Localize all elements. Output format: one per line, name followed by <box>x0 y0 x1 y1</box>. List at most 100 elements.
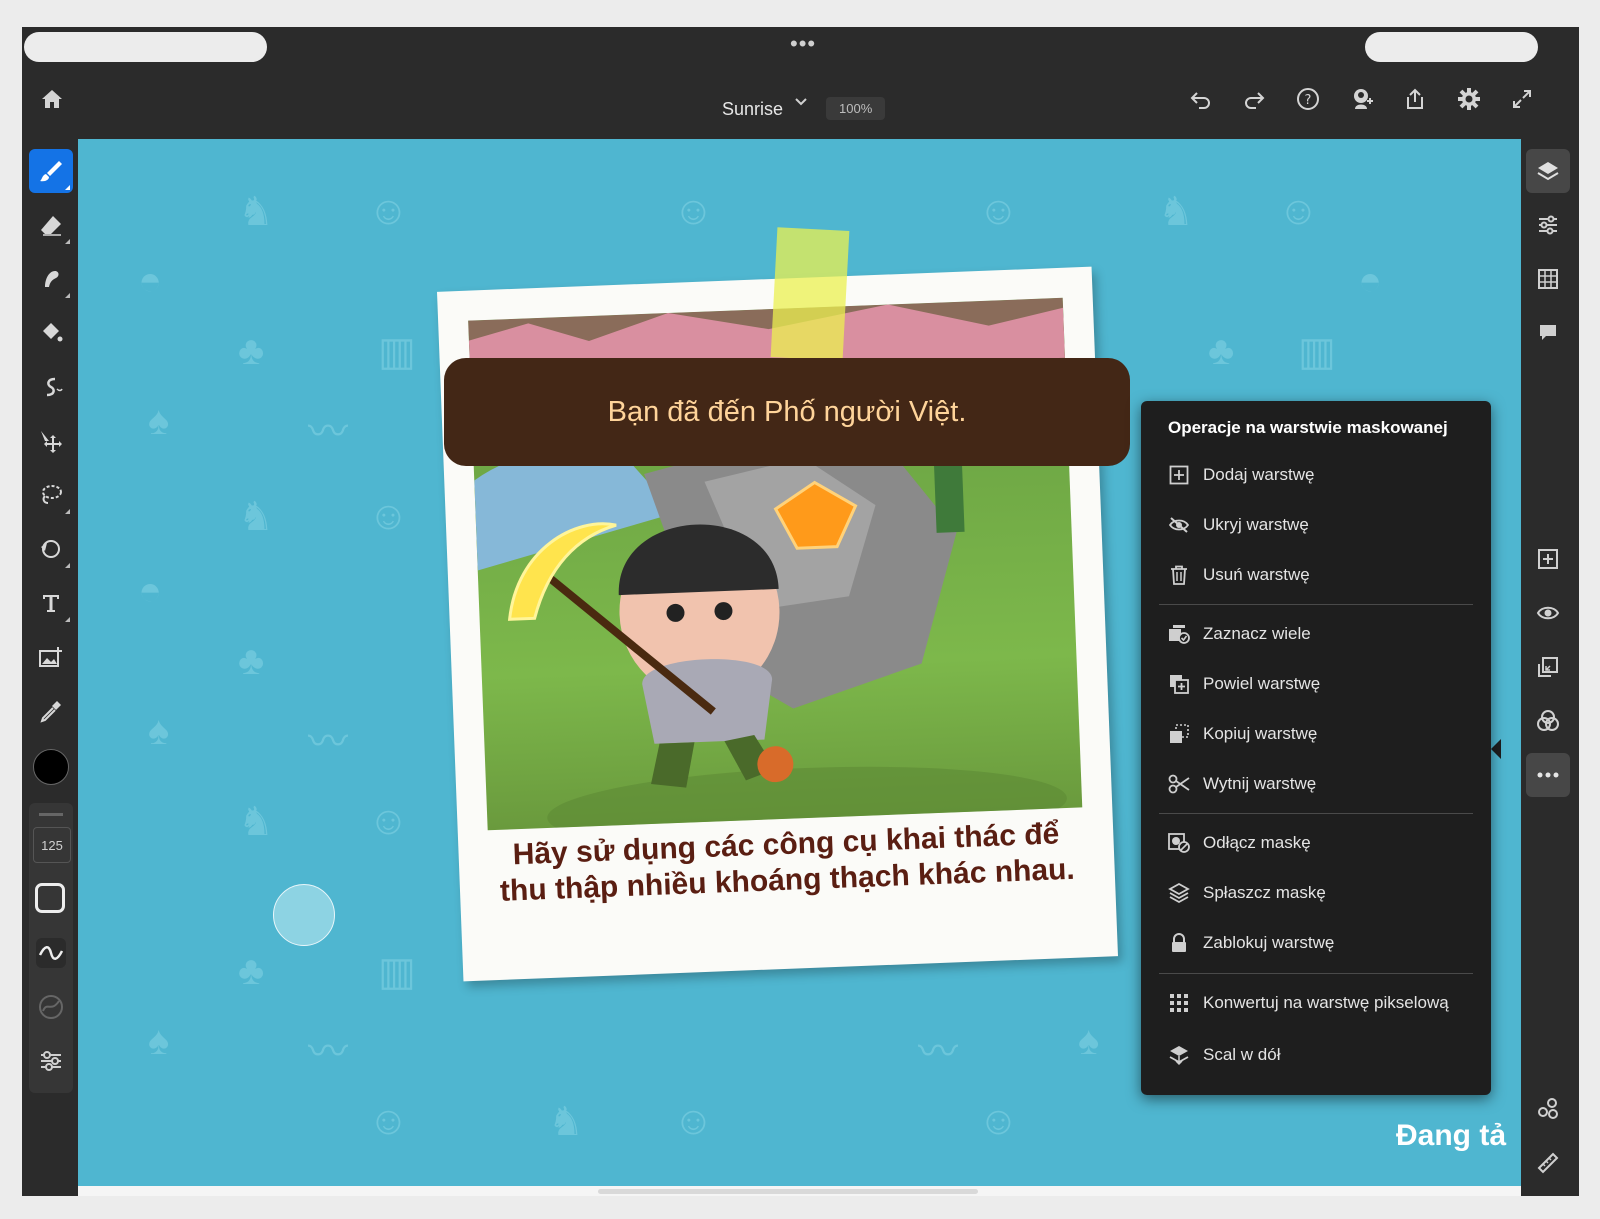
home-icon[interactable] <box>36 83 68 115</box>
menu-item-label: Scal w dół <box>1203 1045 1281 1064</box>
detach-mask-icon <box>1167 833 1191 853</box>
menu-item-lock-layer[interactable]: Zablokuj warstwę <box>1141 921 1491 965</box>
merge-down-icon <box>1167 1044 1191 1066</box>
pattern-hat-icon: ◓ <box>1358 259 1383 303</box>
more-options-button[interactable] <box>1526 753 1570 797</box>
liquify-tool[interactable] <box>29 365 73 409</box>
eyedropper-tool[interactable] <box>29 689 73 733</box>
pattern-hat-icon: ◓ <box>138 259 163 303</box>
lasso-tool[interactable] <box>29 473 73 517</box>
scissors-icon <box>1167 774 1191 794</box>
menu-item-detach-mask[interactable]: Odłącz maskę <box>1141 821 1491 865</box>
help-icon[interactable]: ? <box>1292 83 1324 115</box>
top-bar: Sunrise 100% ? <box>22 67 1579 139</box>
menu-item-duplicate-layer[interactable]: Powiel warstwę <box>1141 662 1491 706</box>
grid-button[interactable] <box>1526 257 1570 301</box>
invite-icon[interactable] <box>1346 83 1378 115</box>
flatten-mask-icon <box>1167 882 1191 904</box>
select-multiple-icon <box>1167 624 1191 644</box>
pattern-dog-icon: ♞ <box>1158 190 1194 234</box>
move-tool[interactable] <box>29 419 73 463</box>
mask-button[interactable] <box>1526 645 1570 689</box>
settings-icon[interactable] <box>1453 83 1485 115</box>
more-icon <box>1536 771 1560 779</box>
status-pill-right <box>1365 32 1538 62</box>
ruler-button[interactable] <box>1526 1141 1570 1185</box>
add-layer-icon <box>1167 465 1191 485</box>
copy-icon <box>1167 724 1191 744</box>
brush-icon <box>38 158 64 184</box>
comments-button[interactable] <box>1526 311 1570 355</box>
loading-text: Đang tả <box>1396 1119 1507 1152</box>
blend-button[interactable] <box>1526 699 1570 743</box>
menu-item-delete-layer[interactable]: Usuń warstwę <box>1141 553 1491 597</box>
refine-tool[interactable] <box>29 527 73 571</box>
horizontal-scrollbar[interactable] <box>598 1189 978 1194</box>
multitask-dots-icon[interactable]: ••• <box>790 31 816 57</box>
pattern-pants-icon: ▥ <box>378 950 416 994</box>
eraser-tool[interactable] <box>29 203 73 247</box>
hide-icon <box>1167 516 1191 534</box>
properties-icon <box>1536 1097 1560 1121</box>
menu-item-add-layer[interactable]: Dodaj warstwę <box>1141 453 1491 497</box>
place-image-tool[interactable] <box>29 635 73 679</box>
foreground-color-swatch[interactable] <box>33 749 69 785</box>
layers-button[interactable] <box>1526 149 1570 193</box>
menu-item-label: Kopiuj warstwę <box>1203 724 1318 743</box>
menu-item-label: Spłaszcz maskę <box>1203 883 1326 902</box>
lock-icon <box>1167 933 1191 953</box>
menu-title: Operacje na warstwie maskowanej <box>1168 418 1448 437</box>
type-tool[interactable] <box>29 581 73 625</box>
menu-item-select-multiple[interactable]: Zaznacz wiele <box>1141 612 1491 656</box>
menu-item-label: Zablokuj warstwę <box>1203 933 1335 952</box>
add-layer-button[interactable] <box>1526 537 1570 581</box>
location-banner: Bạn đã đến Phố người Việt. <box>444 358 1130 466</box>
menu-item-flatten-mask[interactable]: Spłaszcz maskę <box>1141 871 1491 915</box>
brush-options-icon[interactable] <box>37 1047 65 1075</box>
svg-text:?: ? <box>1305 93 1312 108</box>
menu-item-hide-layer[interactable]: Ukryj warstwę <box>1141 503 1491 547</box>
zoom-level[interactable]: 100% <box>826 97 886 120</box>
brush-tool[interactable] <box>29 149 73 193</box>
pattern-smiley-icon: ☺ <box>673 1099 714 1143</box>
fill-tool[interactable] <box>29 311 73 355</box>
duplicate-icon <box>1167 674 1191 694</box>
properties-button[interactable] <box>1526 1087 1570 1131</box>
brush-size-box[interactable]: 125 <box>33 827 71 863</box>
pattern-mustache-icon: 〰 <box>918 1030 958 1074</box>
pattern-pants-icon: ▥ <box>1298 330 1336 374</box>
pattern-umbrella-icon: ♠ <box>148 399 170 443</box>
tape-strip <box>770 227 850 361</box>
brush-opacity-icon[interactable] <box>35 883 65 913</box>
fullscreen-icon[interactable] <box>1506 83 1538 115</box>
touch-shortcut-button[interactable] <box>273 884 335 946</box>
eyedropper-icon <box>39 699 63 723</box>
pattern-shirt-icon: ♣ <box>238 639 265 683</box>
redo-icon[interactable] <box>1238 83 1270 115</box>
document-title[interactable]: Sunrise <box>722 99 783 120</box>
pattern-smiley-icon: ☺ <box>368 1099 409 1143</box>
menu-item-convert-to-pixel-layer[interactable]: Konwertuj na warstwę pikselową <box>1141 981 1491 1025</box>
menu-item-cut-layer[interactable]: Wytnij warstwę <box>1141 762 1491 806</box>
menu-item-label: Powiel warstwę <box>1203 674 1321 693</box>
chevron-down-icon[interactable] <box>794 95 808 109</box>
comment-icon <box>1537 322 1559 344</box>
smudge-tool[interactable] <box>29 257 73 301</box>
menu-item-merge-down[interactable]: Scal w dół <box>1141 1033 1491 1077</box>
pattern-smiley-icon: ☺ <box>368 799 409 843</box>
share-icon[interactable] <box>1399 83 1431 115</box>
pattern-umbrella-icon: ♠ <box>148 1019 170 1063</box>
menu-separator <box>1159 604 1473 605</box>
pressure-icon[interactable] <box>37 993 65 1021</box>
undo-icon[interactable] <box>1185 83 1217 115</box>
adjustments-button[interactable] <box>1526 203 1570 247</box>
mask-icon <box>1537 656 1559 678</box>
size-slider-handle[interactable] <box>39 813 63 816</box>
pattern-smiley-icon: ☺ <box>978 189 1019 233</box>
eraser-icon <box>39 213 63 237</box>
menu-item-copy-layer[interactable]: Kopiuj warstwę <box>1141 712 1491 756</box>
pattern-hat-icon: ◓ <box>138 569 163 613</box>
brush-smoothing-icon[interactable] <box>35 937 67 969</box>
pattern-pants-icon: ▥ <box>378 330 416 374</box>
visibility-button[interactable] <box>1526 591 1570 635</box>
